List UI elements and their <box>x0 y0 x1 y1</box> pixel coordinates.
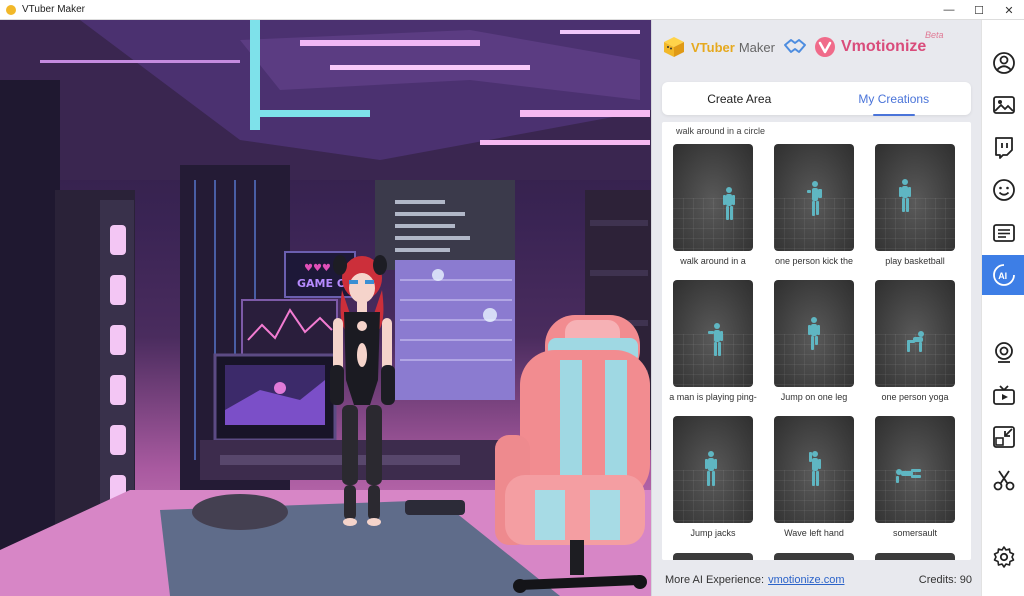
motion-thumbnail-partial[interactable] <box>875 553 955 560</box>
maximize-button[interactable]: ☐ <box>964 0 994 20</box>
text-panel-icon <box>992 224 1015 242</box>
creation-card[interactable]: Jump jacks <box>673 416 753 538</box>
motion-thumbnail[interactable] <box>673 416 753 523</box>
credits-counter: Credits: 90 <box>918 574 972 586</box>
minimize-button[interactable]: — <box>934 0 964 20</box>
more-ai-label: More AI Experience: <box>665 574 765 586</box>
card-label: walk around in a <box>680 256 746 266</box>
card-label: play basketball <box>885 256 945 266</box>
motion-figure-icon <box>723 187 735 220</box>
motion-thumbnail[interactable] <box>673 280 753 387</box>
ai-tool-button[interactable]: AI <box>982 255 1024 295</box>
creation-card[interactable]: Wave left hand <box>774 416 854 538</box>
tab-my-creations[interactable]: My Creations <box>817 82 972 115</box>
motion-thumbnail[interactable] <box>774 416 854 523</box>
scissors-icon <box>993 470 1014 491</box>
creation-card[interactable]: Jump on one leg <box>774 280 854 402</box>
motion-thumbnail-partial[interactable] <box>774 553 854 560</box>
scene-background: ♥♥♥ GAME O <box>0 20 651 596</box>
card-label: somersault <box>892 528 937 538</box>
creation-card[interactable]: one person kick the <box>774 144 854 266</box>
right-toolbar: AI <box>981 20 1024 596</box>
motion-thumbnail[interactable] <box>875 416 955 523</box>
card-label: one person yoga <box>881 392 949 402</box>
shrink-icon <box>992 426 1015 448</box>
ai-icon: AI <box>992 264 1015 286</box>
brand-vtuber-text: VTuber <box>691 39 735 55</box>
card-label: a man is playing ping- <box>669 392 757 402</box>
text-tool-button[interactable] <box>982 213 1024 253</box>
brand-header: VTuber Maker Vmotionize <box>662 32 926 62</box>
ai-icon-text: AI <box>998 271 1007 281</box>
ai-motion-panel: VTuber Maker Vmotionize Beta Create Area… <box>651 20 981 596</box>
motion-figure-icon <box>896 469 921 483</box>
app-logo-icon <box>6 4 16 15</box>
beta-badge: Beta <box>925 30 944 40</box>
svg-text:GAME O: GAME O <box>297 277 346 290</box>
card-label: Jump on one leg <box>780 392 848 402</box>
tv-icon <box>992 385 1015 405</box>
motion-figure-icon <box>808 317 820 350</box>
avatar-tool-button[interactable] <box>982 43 1024 83</box>
creation-card[interactable]: walk around in a <box>673 144 753 266</box>
creation-card[interactable]: play basketball <box>875 144 955 266</box>
window-title: VTuber Maker <box>22 4 85 15</box>
motion-figure-icon <box>907 331 924 352</box>
webcam-icon <box>994 342 1013 363</box>
card-label: Wave left hand <box>784 528 844 538</box>
face-icon <box>992 179 1015 201</box>
image-icon <box>992 96 1015 114</box>
card-label: one person kick the <box>774 256 854 266</box>
close-button[interactable]: ✕ <box>994 0 1024 20</box>
vmotionize-link[interactable]: vmotionize.com <box>768 574 844 586</box>
avatar-icon <box>992 52 1015 74</box>
motion-figure-icon <box>807 181 822 216</box>
creations-gallery[interactable]: walk around in a circle walk around in a… <box>662 122 971 560</box>
panel-tabs: Create Area My Creations <box>662 82 971 115</box>
background-tool-button[interactable] <box>982 85 1024 125</box>
avatar-scene[interactable]: ♥♥♥ GAME O <box>0 20 651 596</box>
tab-create-area[interactable]: Create Area <box>662 82 817 115</box>
motion-thumbnail[interactable] <box>875 280 955 387</box>
twitch-icon <box>994 137 1013 159</box>
resize-tool-button[interactable] <box>982 417 1024 457</box>
svg-text:♥♥♥: ♥♥♥ <box>304 263 331 274</box>
expression-tool-button[interactable] <box>982 170 1024 210</box>
motion-thumbnail[interactable] <box>774 280 854 387</box>
settings-tool-button[interactable] <box>982 537 1024 577</box>
card-label: Jump jacks <box>690 528 736 538</box>
twitch-tool-button[interactable] <box>982 127 1024 167</box>
motion-figure-icon <box>705 451 717 486</box>
brand-maker-text: Maker <box>738 39 775 55</box>
brand-vmotionize-text: Vmotionize <box>840 38 927 55</box>
vmotionize-logo-icon <box>814 37 835 57</box>
motion-figure-icon <box>899 179 911 212</box>
vtuber-maker-cube-icon <box>664 37 684 57</box>
motion-thumbnail-partial[interactable] <box>673 553 753 560</box>
section-title: walk around in a circle <box>676 126 766 136</box>
handshake-icon <box>783 39 806 53</box>
creation-card[interactable]: one person yoga <box>875 280 955 402</box>
motion-thumbnail[interactable] <box>875 144 955 251</box>
motion-thumbnail[interactable] <box>774 144 854 251</box>
title-bar: VTuber Maker — ☐ ✕ <box>0 0 1024 20</box>
motion-figure-icon <box>809 451 821 486</box>
creation-card[interactable]: a man is playing ping- <box>669 280 757 402</box>
stream-tool-button[interactable] <box>982 376 1024 416</box>
webcam-tool-button[interactable] <box>982 333 1024 373</box>
motion-thumbnail[interactable] <box>673 144 753 251</box>
settings-icon <box>993 546 1014 568</box>
creation-card[interactable]: somersault <box>875 416 955 538</box>
motion-figure-icon <box>708 323 723 356</box>
panel-footer: More AI Experience: vmotionize.com Credi… <box>652 564 982 596</box>
cut-tool-button[interactable] <box>982 460 1024 500</box>
